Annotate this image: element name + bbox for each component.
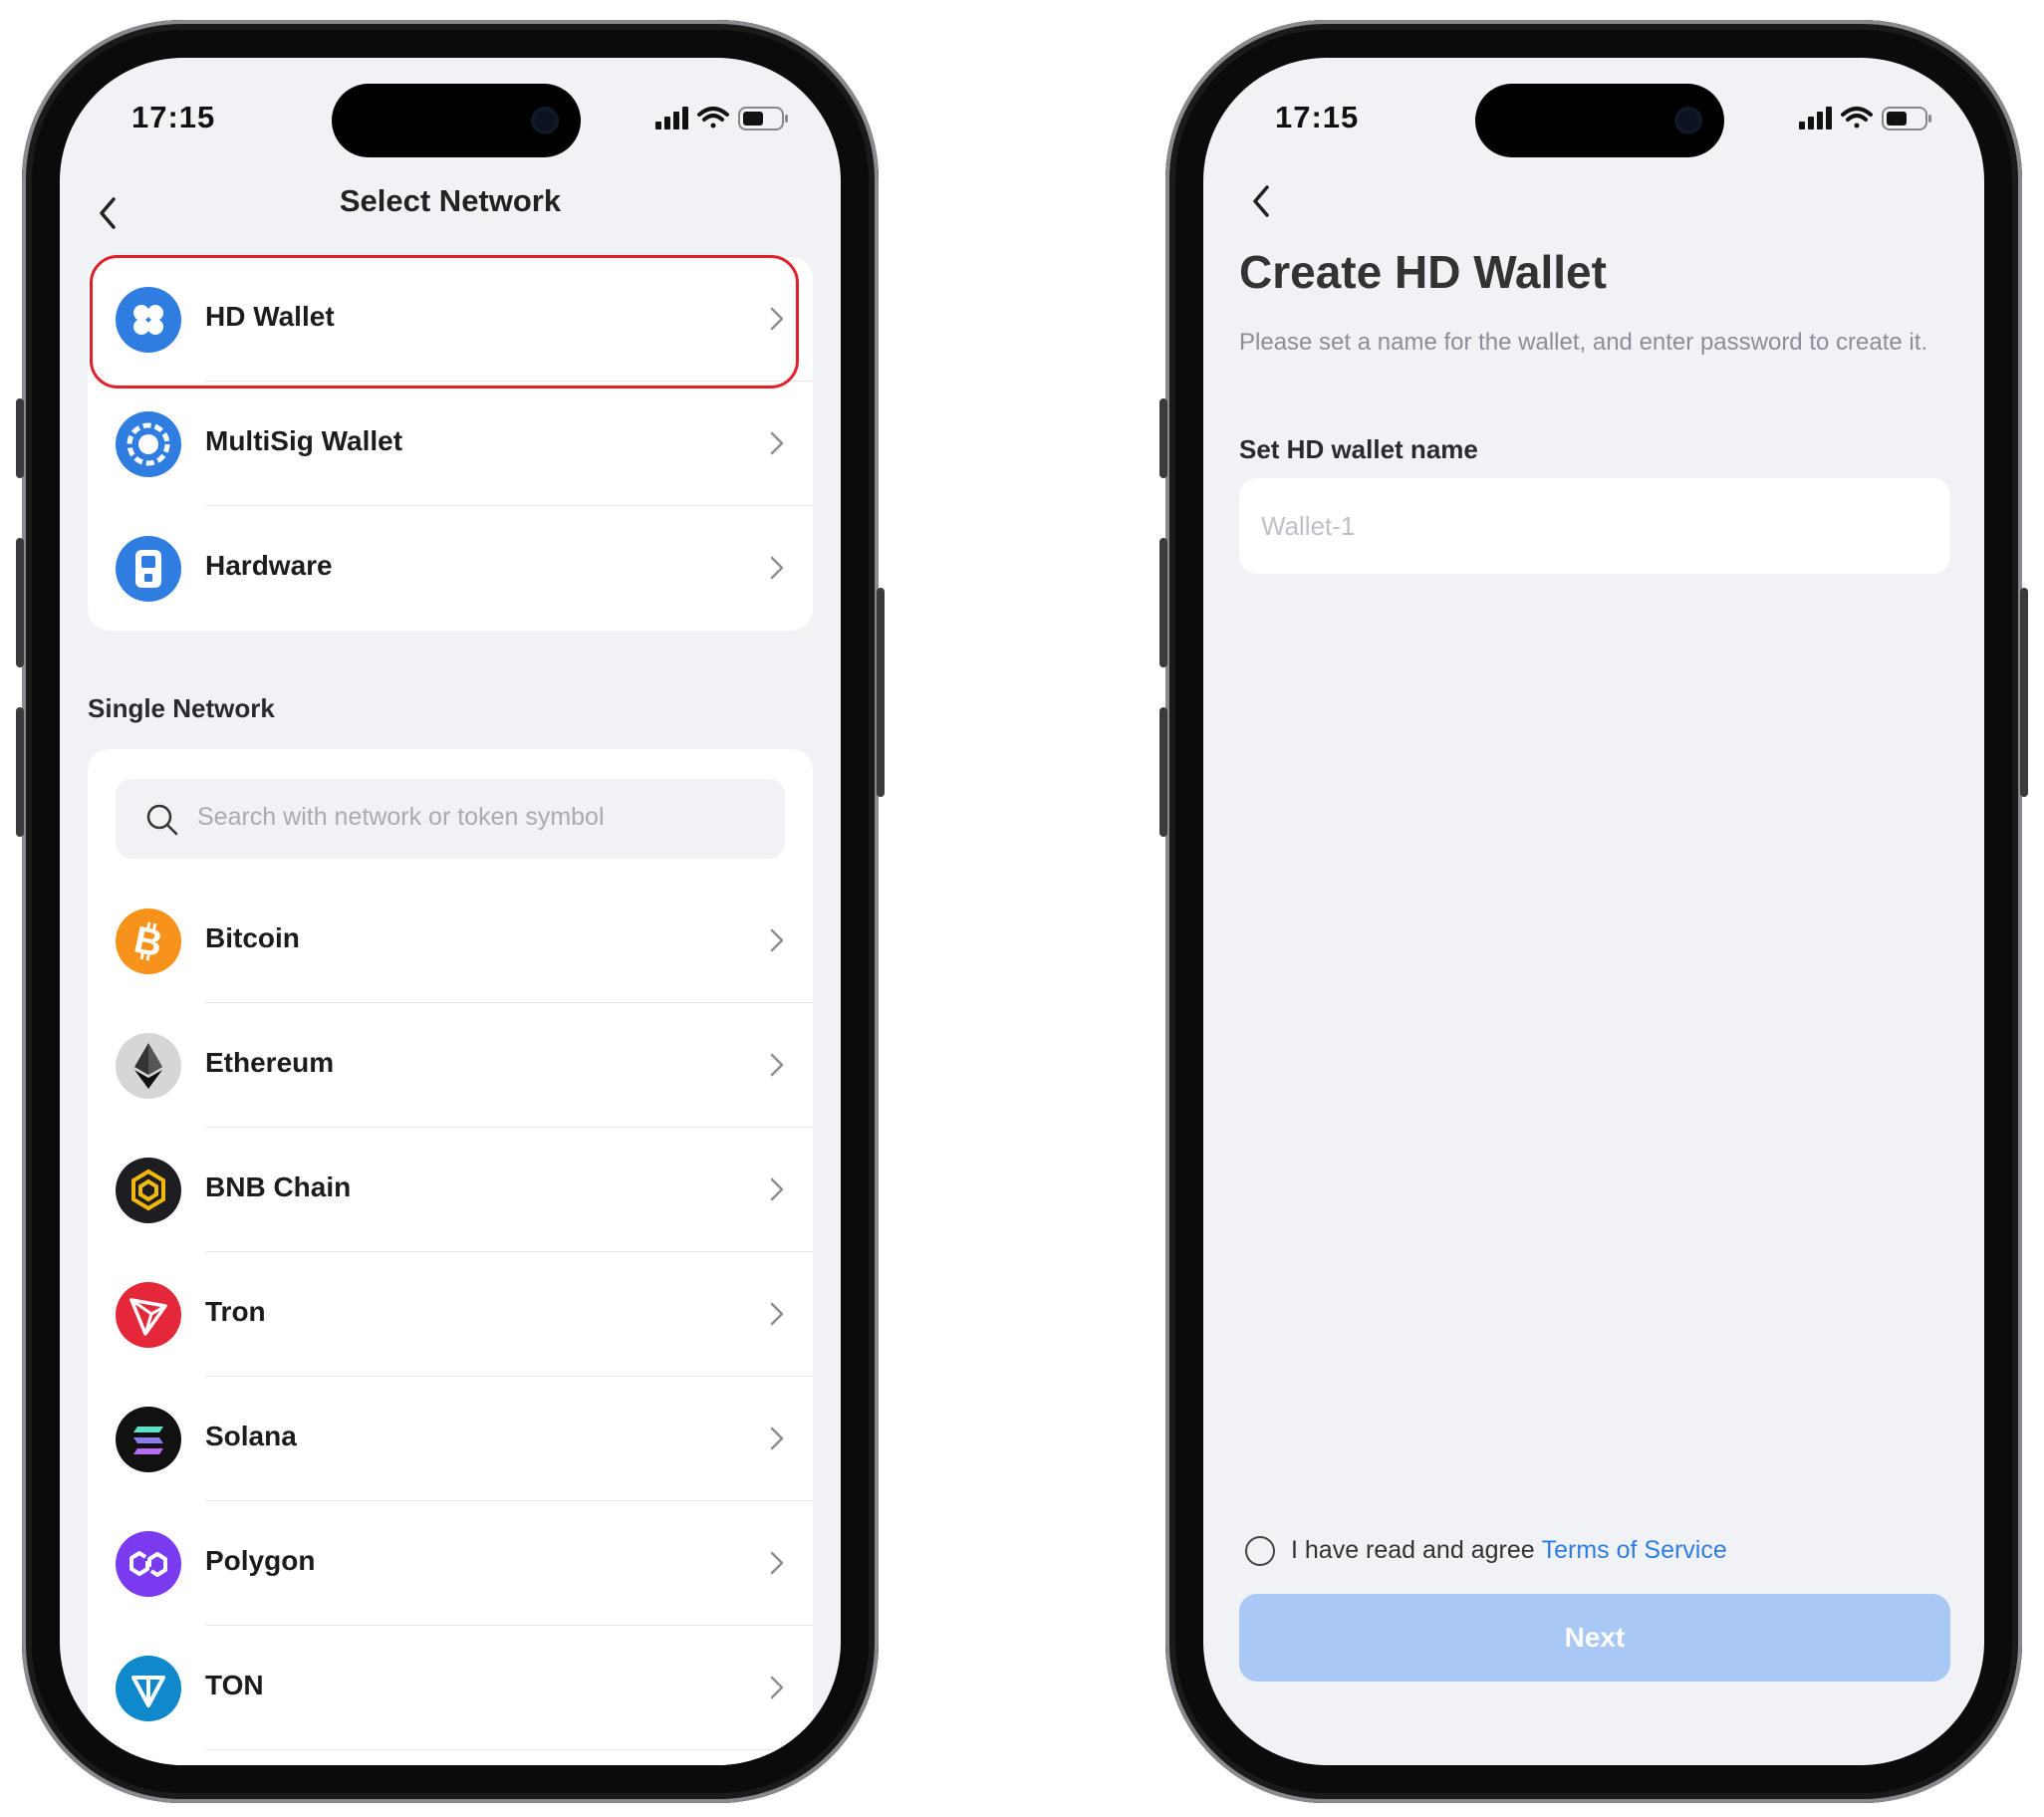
network-item-tron[interactable]: Tron: [88, 1252, 813, 1377]
power-button: [2020, 588, 2028, 797]
network-item-ethereum[interactable]: Ethereum: [88, 1003, 813, 1128]
wallet-type-hardware[interactable]: Hardware: [88, 506, 813, 631]
network-item-bnb-chain[interactable]: BNB Chain: [88, 1128, 813, 1252]
wallet-name-input[interactable]: [1239, 478, 1950, 574]
search-icon: [146, 804, 178, 836]
ton-icon: [116, 1656, 181, 1721]
wallet-type-label: Hardware: [205, 550, 333, 581]
next-button[interactable]: Next: [1239, 1594, 1950, 1682]
network-item-polygon[interactable]: Polygon: [88, 1501, 813, 1626]
action-button: [16, 398, 24, 478]
volume-down-button: [1159, 707, 1167, 837]
battery-icon: [738, 107, 788, 130]
network-label: BNB Chain: [205, 1171, 352, 1202]
polygon-icon: [116, 1531, 181, 1597]
power-button: [877, 588, 885, 797]
select-network-screen: 17:15 Select Network HD Wallet MultiSig …: [60, 58, 841, 1765]
chevron-right-icon: [770, 928, 784, 952]
dynamic-island: [1475, 84, 1724, 157]
agree-radio-button[interactable]: [1245, 1536, 1275, 1566]
chevron-right-icon: [770, 1302, 784, 1326]
section-title: Single Network: [88, 693, 275, 723]
bnb-chain-icon: [116, 1158, 181, 1223]
create-hd-wallet-screen: 17:15 Create HD Wallet Please set a name…: [1203, 58, 1984, 1765]
status-time: 17:15: [1275, 100, 1360, 134]
wallet-type-label: MultiSig Wallet: [205, 425, 403, 456]
network-label: Ethereum: [205, 1047, 335, 1078]
chevron-right-icon: [770, 1177, 784, 1201]
solana-icon: [116, 1407, 181, 1472]
bitcoin-icon: B: [116, 908, 181, 974]
search-placeholder: Search with network or token symbol: [197, 803, 605, 831]
network-item-partial[interactable]: [88, 1750, 813, 1765]
chevron-right-icon: [770, 1551, 784, 1575]
network-item-bitcoin[interactable]: B Bitcoin: [88, 879, 813, 1003]
phone-frame-left: 17:15 Select Network HD Wallet MultiSig …: [16, 20, 885, 1803]
page-title: Select Network: [339, 183, 562, 218]
volume-up-button: [1159, 538, 1167, 667]
network-label: Solana: [205, 1421, 297, 1451]
network-list-card: Search with network or token symbol B Bi…: [88, 749, 813, 1765]
multisig-wallet-icon: [116, 411, 181, 477]
terms-of-service-link[interactable]: Terms of Service: [1542, 1536, 1727, 1564]
action-button: [1159, 398, 1167, 478]
status-bar-icons: [655, 107, 788, 130]
wallet-name-label: Set HD wallet name: [1239, 434, 1478, 464]
chevron-right-icon: [770, 1676, 784, 1699]
wallet-type-multisig-wallet[interactable]: MultiSig Wallet: [88, 382, 813, 506]
agree-text: I have read and agree: [1291, 1536, 1535, 1564]
battery-icon: [1882, 107, 1931, 130]
wifi-icon: [697, 107, 729, 129]
chevron-right-icon: [770, 431, 784, 455]
network-item-solana[interactable]: Solana: [88, 1377, 813, 1501]
chevron-right-icon: [770, 1053, 784, 1077]
status-time: 17:15: [131, 100, 216, 134]
network-label: Bitcoin: [205, 922, 300, 953]
volume-down-button: [16, 707, 24, 837]
tron-icon: [116, 1282, 181, 1348]
back-arrow-icon[interactable]: [1243, 181, 1283, 221]
volume-up-button: [16, 538, 24, 667]
network-label: Polygon: [205, 1545, 316, 1576]
wifi-icon: [1841, 107, 1873, 129]
phone-frame-right: 17:15 Create HD Wallet Please set a name…: [1159, 20, 2028, 1803]
hd-wallet-highlight-outline: [90, 255, 799, 389]
network-item-ton[interactable]: TON: [88, 1626, 813, 1750]
chevron-right-icon: [770, 1427, 784, 1450]
ethereum-icon: [116, 1033, 181, 1099]
network-label: TON: [205, 1670, 264, 1700]
search-input[interactable]: Search with network or token symbol: [116, 779, 785, 859]
dynamic-island: [332, 84, 581, 157]
cellular-signal-icon: [655, 107, 688, 130]
hardware-icon: [116, 536, 181, 602]
page-subtitle: Please set a name for the wallet, and en…: [1239, 329, 1928, 356]
status-bar-icons: [1799, 107, 1931, 130]
page-title: Create HD Wallet: [1239, 246, 1607, 298]
network-label: Tron: [205, 1296, 266, 1327]
cellular-signal-icon: [1799, 107, 1832, 130]
chevron-right-icon: [770, 556, 784, 580]
